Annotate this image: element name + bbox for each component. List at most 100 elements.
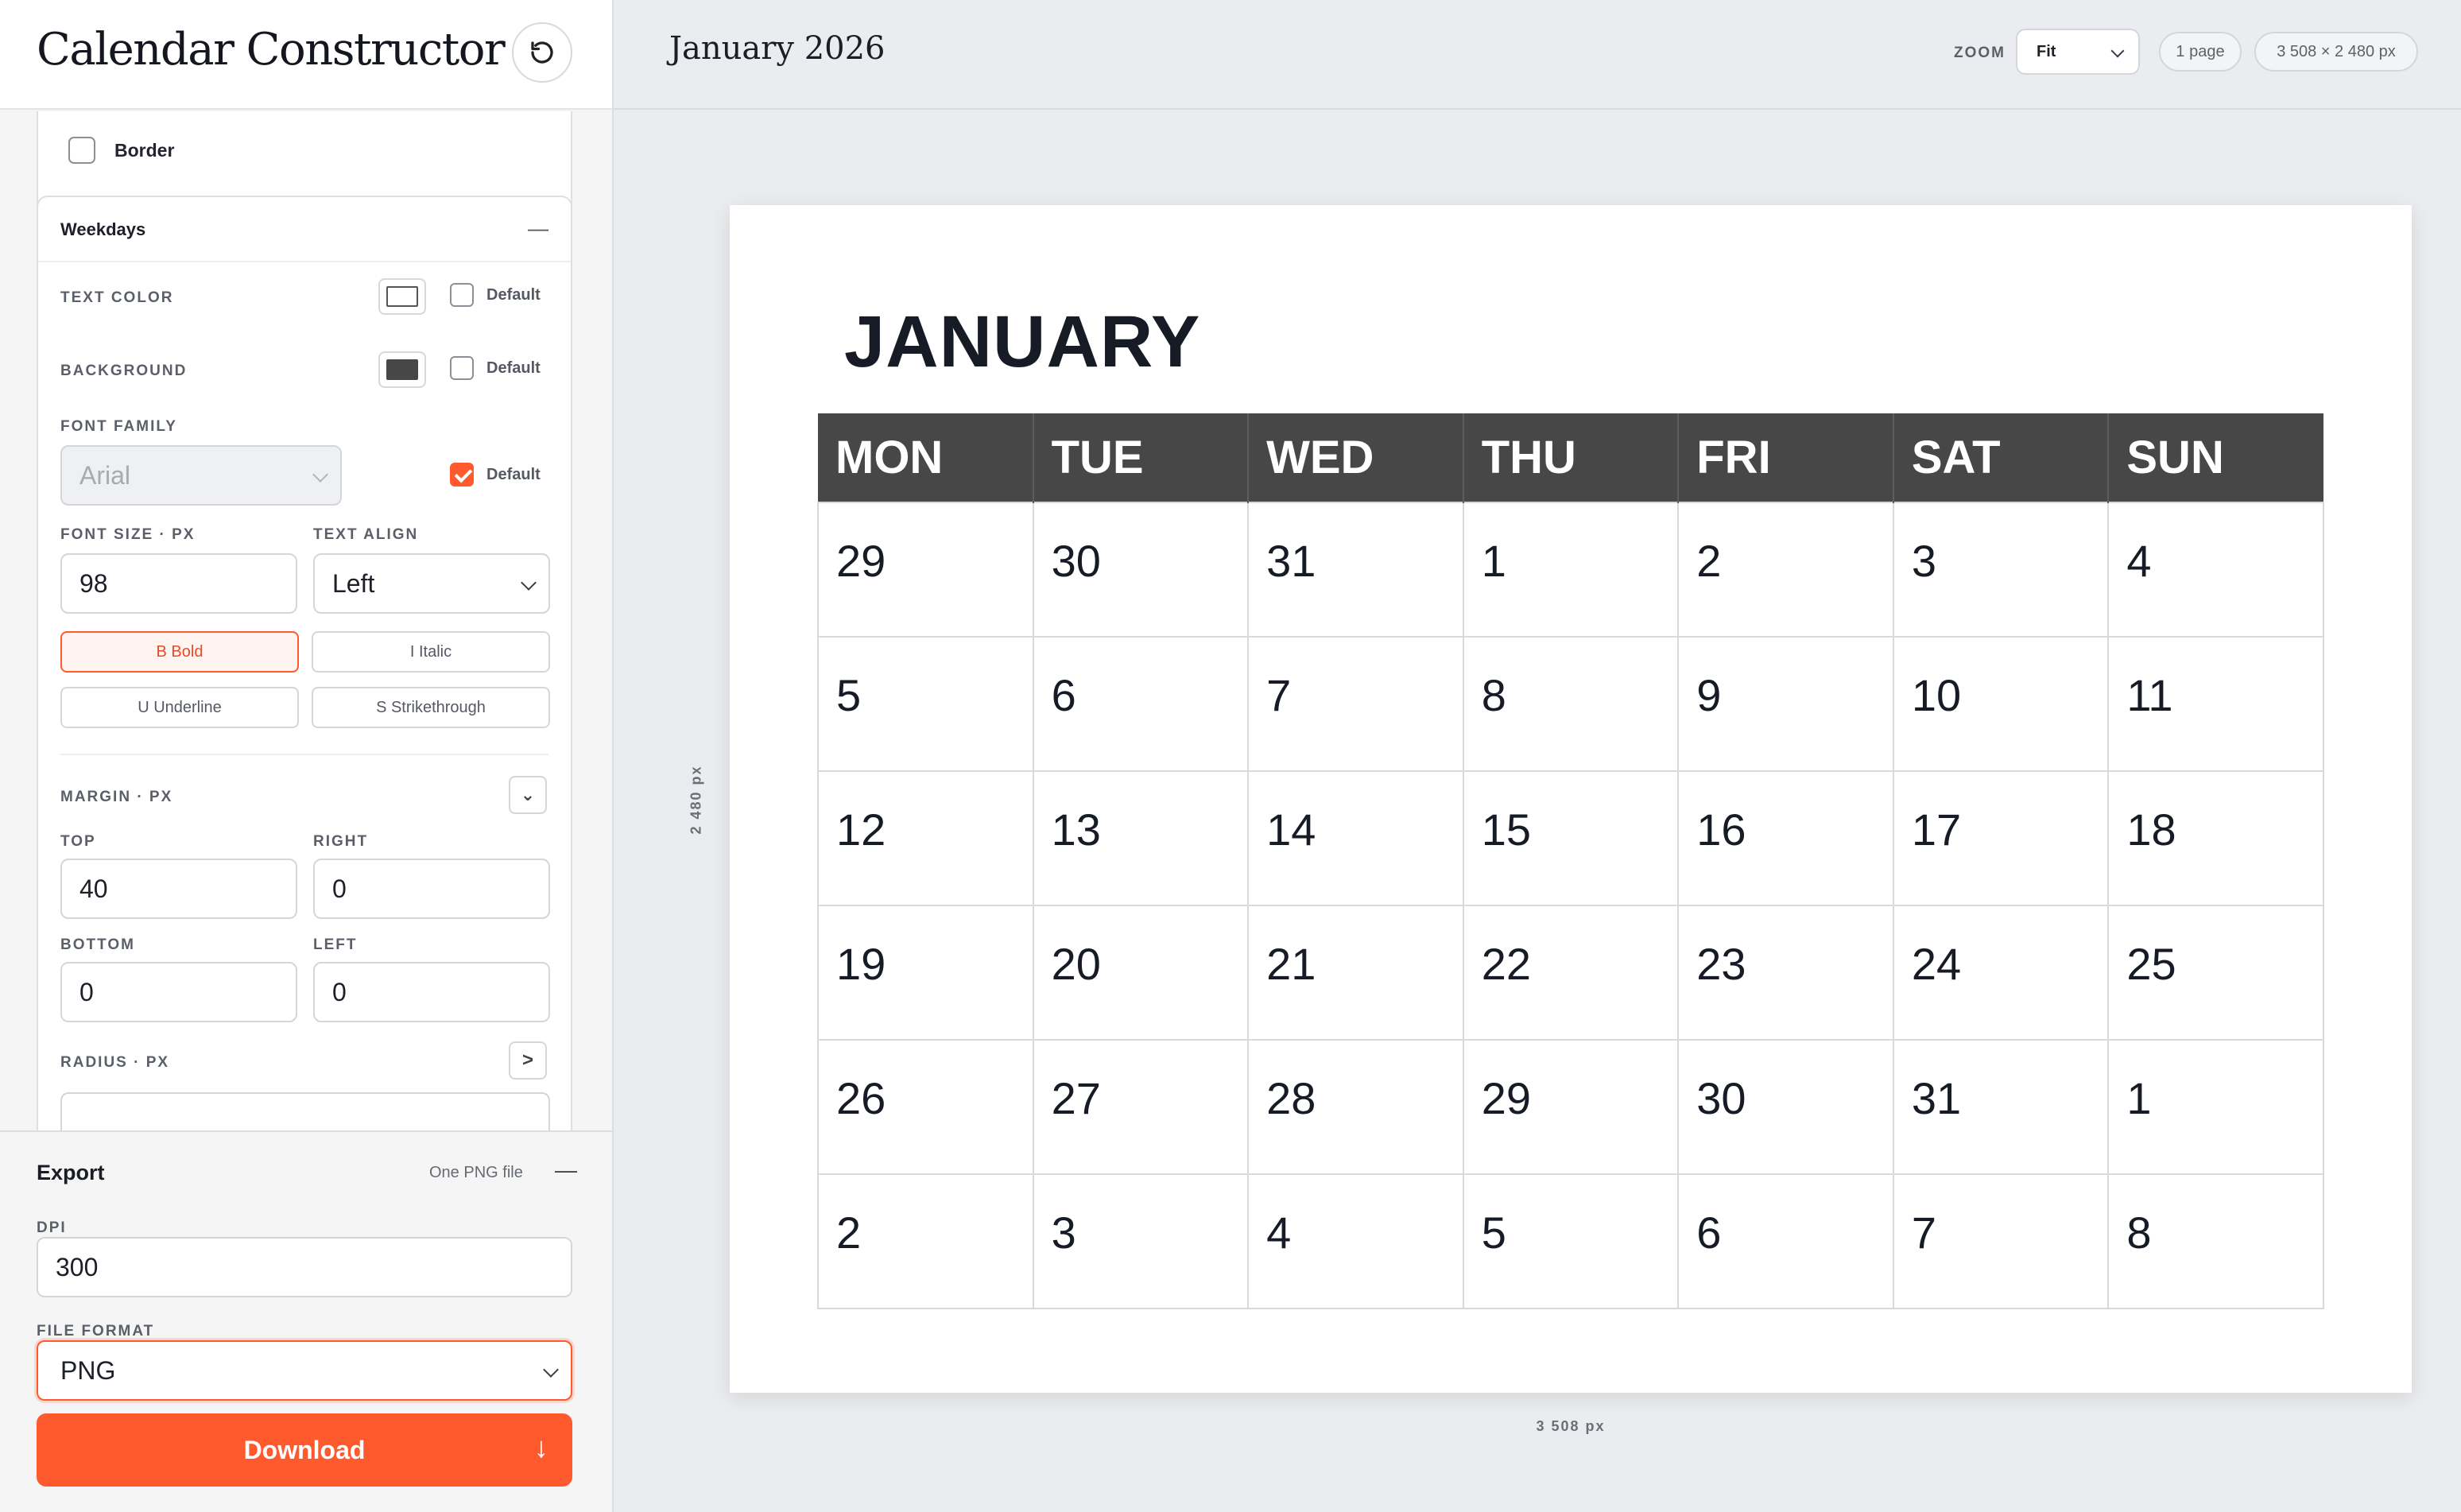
margin-bottom-label: BOTTOM (60, 936, 135, 953)
italic-button[interactable]: I Italic (312, 631, 550, 673)
minus-icon[interactable]: — (555, 1157, 577, 1183)
day-cell: 1 (2107, 1039, 2324, 1175)
text-color-label: TEXT COLOR (60, 289, 174, 306)
day-cell: 21 (1247, 905, 1464, 1041)
margin-right-label: RIGHT (313, 833, 369, 850)
week-row: 2 3 4 5 6 7 8 (817, 1173, 2324, 1309)
weekday-header-row: MON TUE WED THU FRI SAT SUN (818, 413, 2323, 502)
day-cell: 15 (1462, 770, 1680, 906)
weekday-header: SUN (2107, 413, 2323, 502)
underline-button[interactable]: U Underline (60, 687, 299, 728)
chevron-right-icon: > (521, 1049, 533, 1071)
font-size-input[interactable]: 98 (60, 553, 297, 614)
text-color-swatch[interactable] (378, 278, 426, 315)
strikethrough-button[interactable]: S Strikethrough (312, 687, 550, 728)
background-default[interactable]: Default (450, 356, 541, 380)
margin-bottom-value: 0 (79, 977, 94, 1006)
text-color-default[interactable]: Default (450, 283, 541, 307)
border-option[interactable]: Border (68, 137, 174, 164)
arrow-down-icon: ↓ (534, 1431, 548, 1464)
minus-icon[interactable]: — (528, 216, 548, 241)
week-row: 26 27 28 29 30 31 1 (817, 1039, 2324, 1175)
divider (60, 754, 548, 755)
margin-label: MARGIN · PX (60, 789, 173, 805)
weekday-header: TUE (1032, 413, 1249, 502)
download-button[interactable]: Download ↓ (37, 1413, 572, 1487)
margin-left-input[interactable]: 0 (313, 962, 550, 1022)
weekday-header: THU (1462, 413, 1679, 502)
day-cell: 28 (1247, 1039, 1464, 1175)
height-dimension-label: 2 480 px (688, 765, 704, 835)
day-cell: 29 (817, 502, 1034, 638)
border-label: Border (114, 139, 175, 161)
day-cell: 6 (1677, 1173, 1894, 1309)
background-swatch[interactable] (378, 351, 426, 388)
font-size-value: 98 (79, 568, 108, 598)
day-cell: 12 (817, 770, 1034, 906)
weekdays-title: Weekdays (60, 219, 146, 239)
calendar-grid: MON TUE WED THU FRI SAT SUN 29 30 31 1 2… (817, 413, 2324, 1309)
day-cell: 11 (2107, 636, 2324, 772)
settings-scroll-area[interactable]: Border Weekdays — TEXT COLOR Default BAC… (0, 111, 612, 1130)
default-label: Default (486, 465, 541, 483)
day-cell: 22 (1462, 905, 1680, 1041)
margin-top-input[interactable]: 40 (60, 859, 297, 919)
font-family-label: FONT FAMILY (60, 418, 177, 435)
day-cell: 3 (1892, 502, 2110, 638)
day-cell: 31 (1247, 502, 1464, 638)
week-row: 12 13 14 15 16 17 18 (817, 770, 2324, 906)
margin-bottom-input[interactable]: 0 (60, 962, 297, 1022)
chevron-down-icon: ⌄ (520, 785, 536, 804)
rotate-ccw-icon (531, 41, 553, 64)
app-title: Calendar Constructor (37, 24, 506, 76)
margin-top-value: 40 (79, 874, 108, 903)
margin-left-label: LEFT (313, 936, 358, 953)
day-cell: 9 (1677, 636, 1894, 772)
font-family-default-checkbox[interactable] (450, 463, 474, 487)
margin-expand-button[interactable]: ⌄ (509, 776, 547, 814)
day-cell: 31 (1892, 1039, 2110, 1175)
day-cell: 26 (817, 1039, 1034, 1175)
sidebar: Calendar Constructor Border Weekdays — T… (0, 0, 614, 1512)
margin-right-input[interactable]: 0 (313, 859, 550, 919)
reset-button[interactable] (512, 22, 572, 83)
dpi-value: 300 (56, 1252, 99, 1281)
day-cell: 27 (1032, 1039, 1250, 1175)
day-cell: 2 (1677, 502, 1894, 638)
file-format-value: PNG (60, 1355, 116, 1385)
width-dimension-label: 3 508 px (1536, 1418, 1606, 1434)
bold-button[interactable]: B Bold (60, 631, 299, 673)
export-title: Export (37, 1161, 105, 1184)
zoom-select[interactable]: Fit (2016, 29, 2140, 75)
border-checkbox[interactable] (68, 137, 95, 164)
day-cell: 8 (1462, 636, 1680, 772)
sidebar-header: Calendar Constructor (0, 0, 612, 110)
text-align-value: Left (332, 568, 375, 598)
calendar-preview: JANUARY MON TUE WED THU FRI SAT SUN 29 3… (730, 205, 2412, 1393)
font-family-default[interactable]: Default (450, 463, 541, 487)
dpi-label: DPI (37, 1219, 67, 1236)
weekdays-section-header[interactable]: Weekdays — (38, 197, 571, 262)
day-cell: 7 (1247, 636, 1464, 772)
day-cell: 5 (817, 636, 1034, 772)
radius-label: RADIUS · PX (60, 1054, 170, 1071)
main-header: January 2026 ZOOM Fit 1 page 3 508 × 2 4… (614, 0, 2461, 110)
background-default-checkbox[interactable] (450, 356, 474, 380)
day-cell: 13 (1032, 770, 1250, 906)
export-info: One PNG file (429, 1164, 523, 1181)
radius-input[interactable]: 0 (60, 1092, 550, 1130)
day-cell: 17 (1892, 770, 2110, 906)
file-format-select[interactable]: PNG (37, 1340, 572, 1401)
day-cell: 4 (2107, 502, 2324, 638)
day-cell: 8 (2107, 1173, 2324, 1309)
zoom-value: Fit (2037, 42, 2056, 60)
radius-expand-button[interactable]: > (509, 1041, 547, 1080)
text-color-default-checkbox[interactable] (450, 283, 474, 307)
day-cell: 16 (1677, 770, 1894, 906)
day-cell: 10 (1892, 636, 2110, 772)
default-label: Default (486, 285, 541, 304)
font-family-select[interactable]: Arial (60, 445, 342, 506)
dpi-input[interactable]: 300 (37, 1237, 572, 1297)
day-cell: 19 (817, 905, 1034, 1041)
text-align-select[interactable]: Left (313, 553, 550, 614)
